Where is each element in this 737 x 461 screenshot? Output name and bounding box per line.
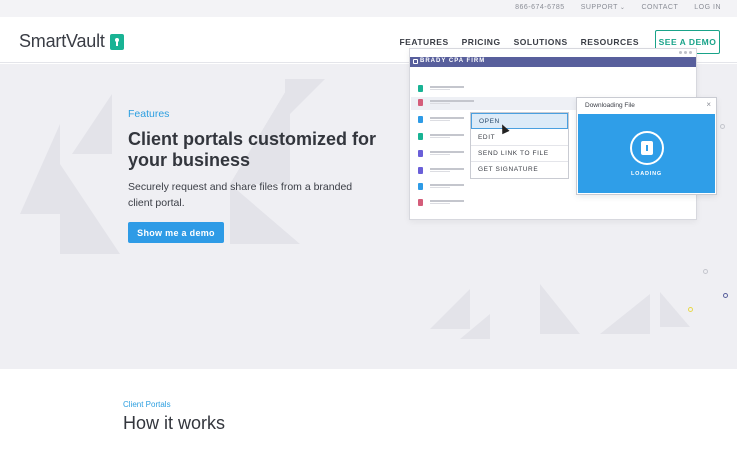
chevron-down-icon: ⌄ bbox=[619, 5, 626, 11]
file-meta-placeholder bbox=[430, 103, 450, 104]
file-name-placeholder bbox=[430, 200, 464, 202]
file-meta-placeholder bbox=[430, 89, 450, 90]
hero-eyebrow: Features bbox=[128, 108, 170, 120]
file-icon bbox=[418, 133, 423, 140]
file-meta-placeholder bbox=[430, 120, 450, 121]
file-meta-placeholder bbox=[430, 203, 450, 204]
nav-item-pricing[interactable]: PRICING bbox=[462, 37, 501, 47]
firm-icon bbox=[413, 59, 418, 64]
lock-icon bbox=[109, 33, 124, 50]
file-icon bbox=[418, 183, 423, 190]
logo-text: SmartVault bbox=[19, 31, 105, 51]
file-name-placeholder bbox=[430, 86, 464, 88]
file-name-placeholder bbox=[430, 184, 464, 186]
file-name-placeholder bbox=[430, 117, 464, 119]
contact-link[interactable]: CONTACT bbox=[641, 4, 678, 11]
decorative-shape bbox=[600, 294, 650, 334]
file-meta-placeholder bbox=[430, 187, 450, 188]
logo[interactable]: SmartVault bbox=[19, 31, 124, 52]
file-row[interactable] bbox=[418, 133, 478, 141]
nav-item-resources[interactable]: RESOURCES bbox=[581, 37, 639, 47]
file-row[interactable] bbox=[418, 99, 478, 107]
window-controls bbox=[679, 51, 692, 54]
decorative-dot bbox=[688, 307, 693, 312]
decorative-shape bbox=[660, 292, 690, 327]
decorative-shape bbox=[285, 79, 325, 119]
nav-item-features[interactable]: FEATURES bbox=[399, 37, 448, 47]
context-menu: OPEN EDIT SEND LINK TO FILE GET SIGNATUR… bbox=[470, 112, 569, 179]
nav-item-solutions[interactable]: SOLUTIONS bbox=[514, 37, 568, 47]
download-dialog: Downloading File × LOADING bbox=[576, 97, 717, 195]
show-demo-button[interactable]: Show me a demo bbox=[128, 222, 224, 243]
file-icon bbox=[418, 85, 423, 92]
file-row[interactable] bbox=[418, 150, 478, 158]
menu-item-get-signature[interactable]: GET SIGNATURE bbox=[471, 162, 568, 178]
file-icon bbox=[418, 199, 423, 206]
decorative-dot bbox=[720, 124, 725, 129]
support-menu[interactable]: SUPPORT ⌄ bbox=[581, 4, 626, 11]
file-row[interactable] bbox=[418, 85, 478, 93]
close-icon[interactable]: × bbox=[706, 100, 711, 109]
firm-header-bar: BRADY CPA FIRM bbox=[410, 57, 696, 67]
file-download-icon bbox=[630, 131, 664, 165]
file-name-placeholder bbox=[430, 134, 464, 136]
dialog-body: LOADING bbox=[578, 114, 715, 193]
file-row[interactable] bbox=[418, 116, 478, 124]
file-name-placeholder bbox=[430, 168, 464, 170]
file-row[interactable] bbox=[418, 183, 478, 191]
section-eyebrow: Client Portals bbox=[123, 400, 171, 409]
hero-subtext: Securely request and share files from a … bbox=[128, 181, 353, 209]
section-title: How it works bbox=[123, 413, 226, 433]
file-icon bbox=[418, 116, 423, 123]
utility-links: 866-674-6785 SUPPORT ⌄ CONTACT LOG IN bbox=[515, 4, 721, 11]
decorative-shape bbox=[540, 284, 580, 334]
menu-item-send-link[interactable]: SEND LINK TO FILE bbox=[471, 146, 568, 162]
utility-bar: 866-674-6785 SUPPORT ⌄ CONTACT LOG IN bbox=[0, 0, 737, 17]
file-meta-placeholder bbox=[430, 154, 450, 155]
menu-item-open[interactable]: OPEN bbox=[471, 113, 568, 129]
phone-link[interactable]: 866-674-6785 bbox=[515, 4, 565, 11]
firm-name: BRADY CPA FIRM bbox=[420, 58, 486, 64]
file-meta-placeholder bbox=[430, 137, 450, 138]
decorative-shape bbox=[72, 94, 112, 154]
file-row[interactable] bbox=[418, 167, 478, 175]
file-icon bbox=[418, 167, 423, 174]
support-label: SUPPORT bbox=[580, 4, 618, 11]
dialog-title: Downloading File bbox=[585, 102, 635, 109]
hero-headline: Client portals customized for your busin… bbox=[128, 129, 377, 170]
loading-label: LOADING bbox=[631, 171, 662, 177]
decorative-shape bbox=[60, 164, 120, 254]
file-icon bbox=[418, 99, 423, 106]
nav-menu: FEATURES PRICING SOLUTIONS RESOURCES bbox=[399, 37, 639, 47]
file-icon bbox=[418, 150, 423, 157]
file-row[interactable] bbox=[418, 199, 478, 207]
file-name-placeholder bbox=[430, 100, 474, 102]
file-meta-placeholder bbox=[430, 171, 450, 172]
decorative-dot bbox=[723, 293, 728, 298]
decorative-shape bbox=[430, 289, 470, 329]
menu-item-edit[interactable]: EDIT bbox=[471, 130, 568, 146]
login-link[interactable]: LOG IN bbox=[694, 4, 721, 11]
decorative-dot bbox=[703, 269, 708, 274]
decorative-shape bbox=[20, 124, 60, 214]
file-name-placeholder bbox=[430, 151, 464, 153]
